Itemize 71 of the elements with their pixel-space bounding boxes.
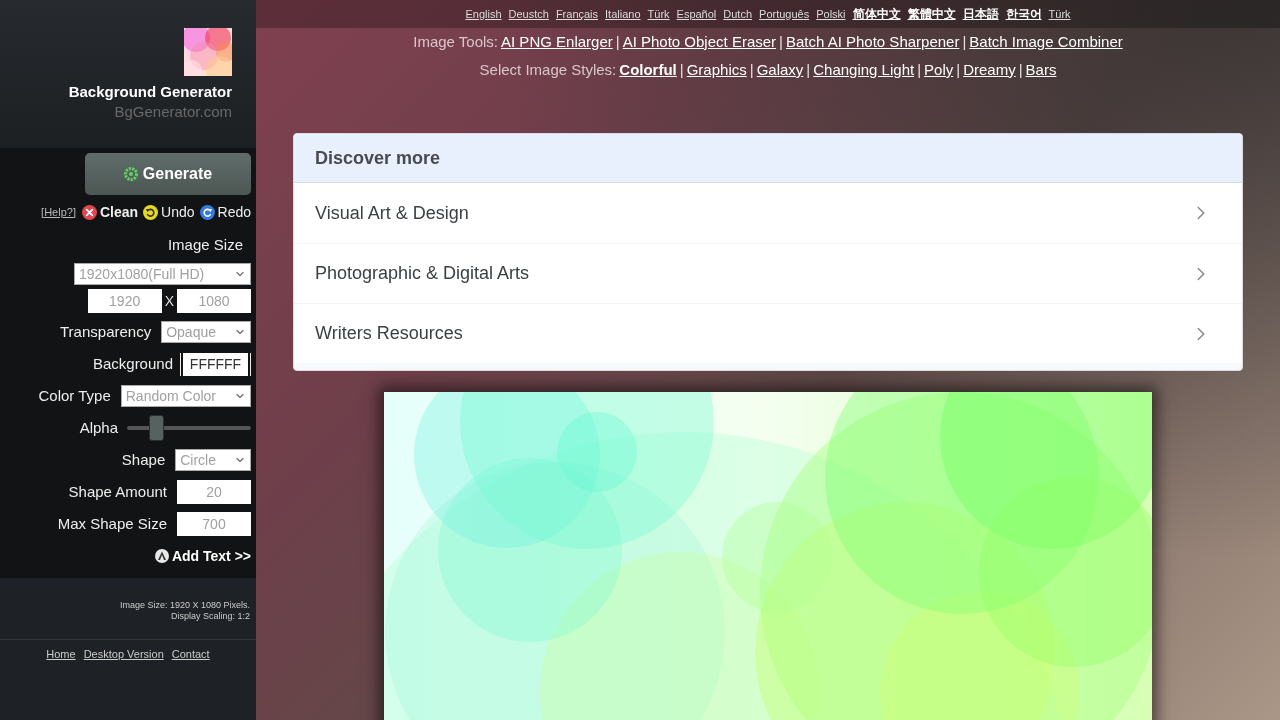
color-hex-input[interactable]: FFFFFF [183, 352, 248, 376]
footer-link[interactable]: Desktop Version [83, 647, 164, 662]
language-link[interactable]: English [465, 5, 502, 23]
site-title: Background Generator [68, 82, 232, 102]
language-link[interactable]: Polski [816, 5, 846, 23]
language-link[interactable]: 繁體中文 [907, 5, 956, 23]
link-separator: | [779, 31, 783, 52]
action-link[interactable]: Redo [199, 201, 251, 223]
image-tools-label: Image Tools: [413, 31, 499, 52]
tool-link[interactable]: Batch Image Combiner [969, 30, 1123, 54]
language-link[interactable]: Dutch [723, 5, 753, 23]
discover-item[interactable]: Writers Resources [294, 303, 1242, 363]
slider-thumb[interactable] [148, 415, 164, 441]
redo-icon [199, 204, 215, 220]
field-label: Shape Amount [68, 481, 167, 502]
action-link[interactable]: Clean [81, 201, 139, 223]
language-link[interactable]: 한국어 [1005, 5, 1042, 23]
footer-link[interactable]: Home [46, 647, 76, 662]
link-separator: | [956, 59, 961, 80]
tool-link[interactable]: AI PNG Enlarger [501, 30, 613, 54]
generate-button[interactable]: Generate [85, 153, 251, 195]
discover-item[interactable]: Visual Art & Design [294, 183, 1242, 243]
circles-logo-icon [184, 28, 232, 76]
image-info-text: Image Size: 1920 X 1080 Pixels. [119, 600, 250, 611]
undo-icon [143, 204, 159, 220]
style-link[interactable]: Colorful [619, 58, 677, 82]
language-link[interactable]: Italiano [605, 5, 641, 23]
link-separator: | [615, 31, 620, 52]
link-separator: | [962, 31, 967, 52]
dimension-separator: X [163, 291, 175, 311]
image-styles-label: Select Image Styles: [479, 59, 617, 80]
slider[interactable] [127, 415, 251, 441]
link-separator: | [806, 59, 811, 80]
image-info-text: Display Scaling: 1:2 [170, 611, 250, 622]
field-label: Transparency [60, 321, 152, 342]
link-separator: | [679, 59, 684, 80]
field-label: Shape [121, 449, 166, 470]
language-link[interactable]: Deustch [508, 5, 549, 23]
style-link[interactable]: Galaxy [756, 58, 804, 82]
discover-item[interactable]: Photographic & Digital Arts [294, 243, 1242, 303]
language-link[interactable]: Português [759, 5, 810, 23]
discover-title: Discover more [315, 146, 441, 170]
link-separator: | [749, 59, 754, 80]
field-label: Alpha [79, 417, 118, 438]
style-link[interactable]: Changing Light [813, 58, 915, 82]
language-link[interactable]: Español [676, 5, 717, 23]
help-link[interactable]: [Help?] [41, 203, 76, 221]
site-domain: BgGenerator.com [114, 102, 232, 122]
style-link[interactable]: Dreamy [963, 58, 1016, 82]
tool-link[interactable]: AI Photo Object Eraser [622, 30, 777, 54]
field-label: Image Size [167, 234, 243, 255]
link-separator: | [1018, 59, 1023, 80]
tool-link[interactable]: Batch AI Photo Sharpener [785, 30, 960, 54]
circle-triangle-icon [154, 549, 169, 563]
link-separator: | [917, 59, 922, 80]
language-link[interactable]: Türk [647, 5, 670, 23]
language-link[interactable]: 日本語 [962, 5, 999, 23]
action-link[interactable]: Undo [143, 201, 195, 223]
field-label: Background [92, 353, 173, 374]
field-label: Color Type [38, 385, 111, 406]
x-circle-icon [81, 204, 97, 220]
gear-icon [123, 167, 138, 181]
style-link[interactable]: Bars [1025, 58, 1057, 82]
style-link[interactable]: Poly [924, 58, 954, 82]
add-text-link[interactable]: Add Text >> [154, 545, 251, 567]
style-link[interactable]: Graphics [686, 58, 747, 82]
language-link[interactable]: Türk [1048, 5, 1071, 23]
language-link[interactable]: 简体中文 [852, 5, 901, 23]
field-label: Max Shape Size [57, 513, 167, 534]
language-link[interactable]: Français [555, 5, 599, 23]
footer-link[interactable]: Contact [171, 647, 210, 662]
